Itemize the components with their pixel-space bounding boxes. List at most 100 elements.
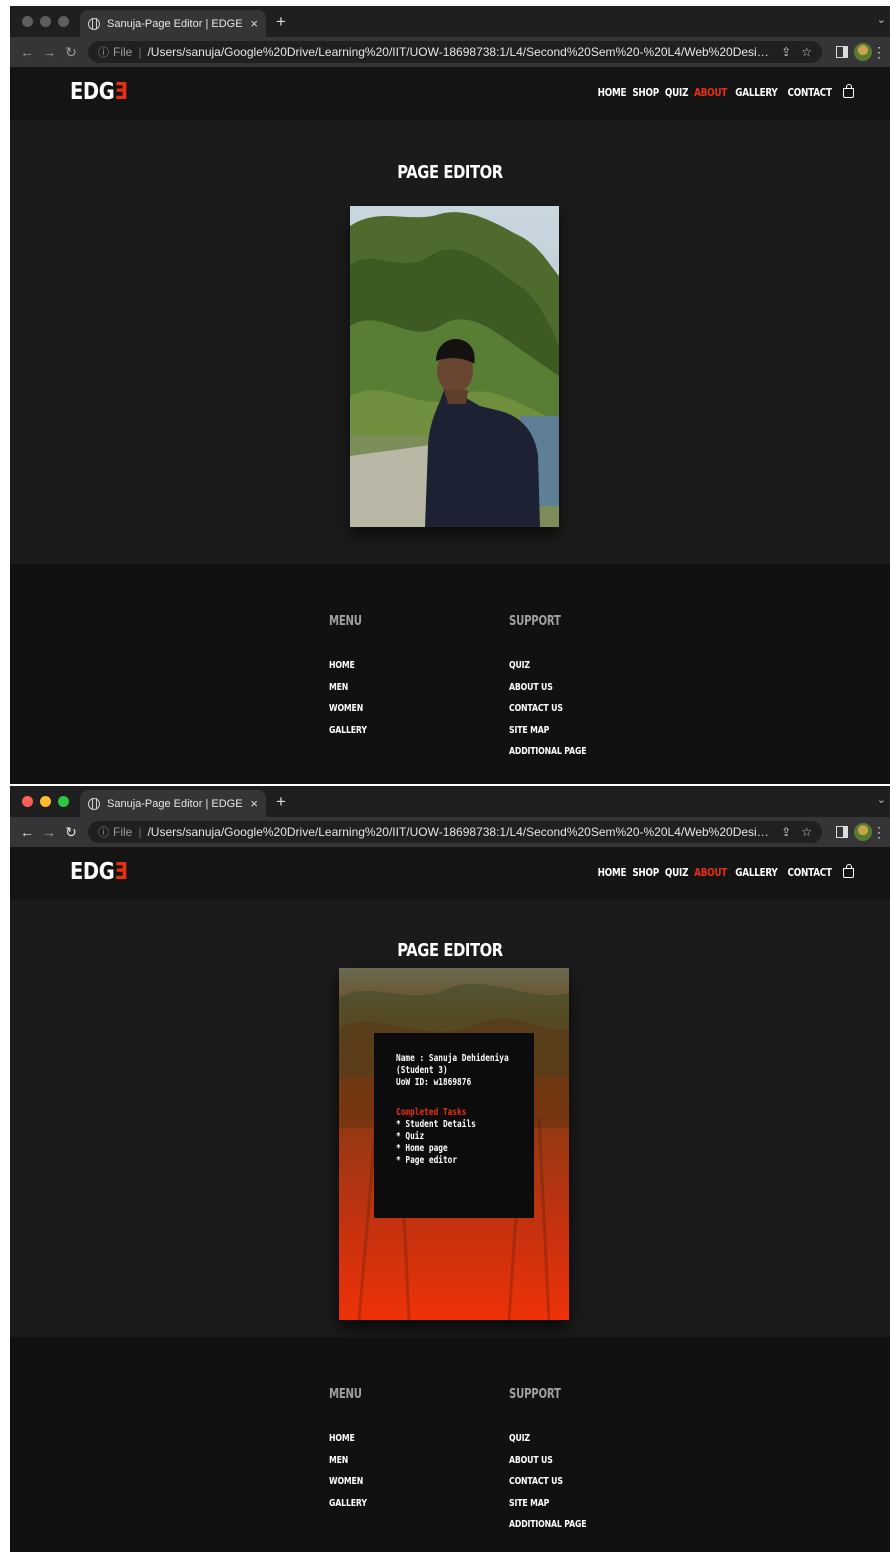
- footer-link-contact-us[interactable]: CONTACT US: [509, 698, 586, 720]
- footer-link-additional-page[interactable]: ADDITIONAL PAGE: [509, 1514, 587, 1536]
- task-item: * Page editor: [396, 1155, 458, 1166]
- student-name: Name : Sanuja Dehideniya: [396, 1053, 509, 1064]
- bookmark-star-icon[interactable]: ☆: [801, 45, 812, 59]
- tab-title: Sanuja-Page Editor | EDGE: [107, 797, 243, 810]
- editor-info-card[interactable]: Name : Sanuja Dehideniya (Student 3) UoW…: [339, 968, 569, 1320]
- footer-link-additional-page[interactable]: ADDITIONAL PAGE: [509, 741, 587, 763]
- url-field[interactable]: ⓘ File | /Users/sanuja/Google%20Drive/Le…: [88, 821, 822, 843]
- nav-home[interactable]: HOME: [598, 866, 627, 879]
- footer-menu-column: MENU HOME MEN WOMEN GALLERY: [329, 614, 378, 741]
- nav-gallery[interactable]: GALLERY: [735, 86, 777, 99]
- url-text: /Users/sanuja/Google%20Drive/Learning%20…: [147, 825, 772, 839]
- nav-shop[interactable]: SHOP: [633, 866, 660, 879]
- screenshot-hover-view: Sanuja-Page Editor | EDGE × + ⌄ ← → ↻ ⓘ …: [10, 786, 890, 1552]
- profile-avatar-icon[interactable]: [854, 823, 872, 841]
- student-info-box: Name : Sanuja Dehideniya (Student 3) UoW…: [374, 1033, 534, 1218]
- shopping-bag-icon[interactable]: [843, 863, 854, 878]
- footer-link-site-map[interactable]: SITE MAP: [509, 720, 586, 742]
- site-logo[interactable]: EDGƎ: [70, 79, 128, 105]
- tab-close-button[interactable]: ×: [250, 796, 258, 811]
- editor-photo[interactable]: [350, 206, 559, 527]
- bookmark-star-icon[interactable]: ☆: [801, 825, 812, 839]
- nav-quiz[interactable]: QUIZ: [664, 86, 688, 99]
- forward-arrow-icon[interactable]: →: [38, 44, 60, 60]
- footer-support-title: SUPPORT: [509, 614, 561, 629]
- footer-link-men[interactable]: MEN: [329, 1450, 367, 1472]
- page-title: PAGE EDITOR: [397, 162, 503, 183]
- footer-link-site-map[interactable]: SITE MAP: [509, 1493, 586, 1515]
- footer-link-about-us[interactable]: ABOUT US: [509, 1450, 586, 1472]
- shopping-bag-icon[interactable]: [843, 83, 854, 98]
- main-content: PAGE EDITOR: [10, 120, 890, 564]
- tab-search-chevron-icon[interactable]: ⌄: [877, 13, 886, 26]
- browser-tab[interactable]: Sanuja-Page Editor | EDGE ×: [80, 790, 266, 817]
- footer-link-home[interactable]: HOME: [329, 655, 367, 677]
- more-menu-icon[interactable]: ⋮: [872, 44, 886, 61]
- nav-home[interactable]: HOME: [598, 86, 627, 99]
- profile-avatar-icon[interactable]: [854, 43, 872, 61]
- footer-link-women[interactable]: WOMEN: [329, 698, 367, 720]
- nav-about[interactable]: ABOUT: [694, 866, 727, 879]
- info-icon[interactable]: ⓘ: [98, 44, 109, 60]
- site-header: EDGƎ HOME SHOP QUIZ ABOUT GALLERY CONTAC…: [10, 67, 890, 120]
- footer-link-gallery[interactable]: GALLERY: [329, 1493, 367, 1515]
- globe-icon: [88, 797, 100, 810]
- footer-support-column: SUPPORT QUIZ ABOUT US CONTACT US SITE MA…: [509, 1387, 608, 1536]
- site-logo[interactable]: EDGƎ: [70, 859, 128, 885]
- footer-link-contact-us[interactable]: CONTACT US: [509, 1471, 586, 1493]
- task-item: * Student Details: [396, 1119, 476, 1130]
- footer-menu-title: MENU: [329, 614, 362, 629]
- completed-tasks-title: Completed Tasks: [396, 1107, 467, 1118]
- url-text: /Users/sanuja/Google%20Drive/Learning%20…: [147, 45, 772, 59]
- tab-search-chevron-icon[interactable]: ⌄: [877, 793, 886, 806]
- back-arrow-icon[interactable]: ←: [16, 44, 38, 60]
- nav-contact[interactable]: CONTACT: [787, 866, 831, 879]
- tab-bar: Sanuja-Page Editor | EDGE × + ⌄: [10, 786, 890, 817]
- footer-link-quiz[interactable]: QUIZ: [509, 1428, 586, 1450]
- site-header: EDGƎ HOME SHOP QUIZ ABOUT GALLERY CONTAC…: [10, 847, 890, 900]
- window-controls[interactable]: [22, 16, 69, 27]
- footer-link-quiz[interactable]: QUIZ: [509, 655, 586, 677]
- footer-support-title: SUPPORT: [509, 1387, 561, 1402]
- footer-link-gallery[interactable]: GALLERY: [329, 720, 367, 742]
- footer-link-men[interactable]: MEN: [329, 677, 367, 699]
- nav-about[interactable]: ABOUT: [694, 86, 727, 99]
- page-title: PAGE EDITOR: [397, 940, 503, 961]
- reload-icon[interactable]: ↻: [60, 44, 82, 61]
- footer-link-home[interactable]: HOME: [329, 1428, 367, 1450]
- main-content: PAGE EDITOR Name : Sanuja Dehideniya (St…: [10, 900, 890, 1337]
- footer-support-column: SUPPORT QUIZ ABOUT US CONTACT US SITE MA…: [509, 614, 608, 763]
- address-bar: ← → ↻ ⓘ File | /Users/sanuja/Google%20Dr…: [10, 817, 890, 847]
- window-controls[interactable]: [22, 796, 69, 807]
- nav-gallery[interactable]: GALLERY: [735, 866, 777, 879]
- side-panel-icon[interactable]: [836, 46, 848, 58]
- share-icon[interactable]: ⇪: [781, 45, 791, 59]
- task-item: * Home page: [396, 1143, 448, 1154]
- footer-link-women[interactable]: WOMEN: [329, 1471, 367, 1493]
- tab-bar: Sanuja-Page Editor | EDGE × + ⌄: [10, 6, 890, 37]
- side-panel-icon[interactable]: [836, 826, 848, 838]
- new-tab-button[interactable]: +: [276, 792, 286, 812]
- tab-title: Sanuja-Page Editor | EDGE: [107, 17, 243, 30]
- more-menu-icon[interactable]: ⋮: [872, 824, 886, 841]
- browser-tab[interactable]: Sanuja-Page Editor | EDGE ×: [80, 10, 266, 37]
- footer-link-about-us[interactable]: ABOUT US: [509, 677, 586, 699]
- nav-contact[interactable]: CONTACT: [787, 86, 831, 99]
- back-arrow-icon[interactable]: ←: [16, 824, 38, 840]
- url-field[interactable]: ⓘ File | /Users/sanuja/Google%20Drive/Le…: [88, 41, 822, 63]
- forward-arrow-icon[interactable]: →: [38, 824, 60, 840]
- screenshot-photo-view: Sanuja-Page Editor | EDGE × + ⌄ ← → ↻ ⓘ …: [10, 6, 890, 784]
- info-icon[interactable]: ⓘ: [98, 824, 109, 840]
- address-bar: ← → ↻ ⓘ File | /Users/sanuja/Google%20Dr…: [10, 37, 890, 67]
- share-icon[interactable]: ⇪: [781, 825, 791, 839]
- new-tab-button[interactable]: +: [276, 12, 286, 32]
- reload-icon[interactable]: ↻: [60, 824, 82, 841]
- student-uow-id: UoW ID: w1869876: [396, 1077, 472, 1088]
- file-label: File: [113, 45, 133, 59]
- tab-close-button[interactable]: ×: [250, 16, 258, 31]
- nav-shop[interactable]: SHOP: [633, 86, 660, 99]
- site-footer: MENU HOME MEN WOMEN GALLERY SUPPORT QUIZ…: [10, 564, 890, 784]
- file-label: File: [113, 825, 133, 839]
- nav-quiz[interactable]: QUIZ: [664, 866, 688, 879]
- student-number: (Student 3): [396, 1065, 448, 1076]
